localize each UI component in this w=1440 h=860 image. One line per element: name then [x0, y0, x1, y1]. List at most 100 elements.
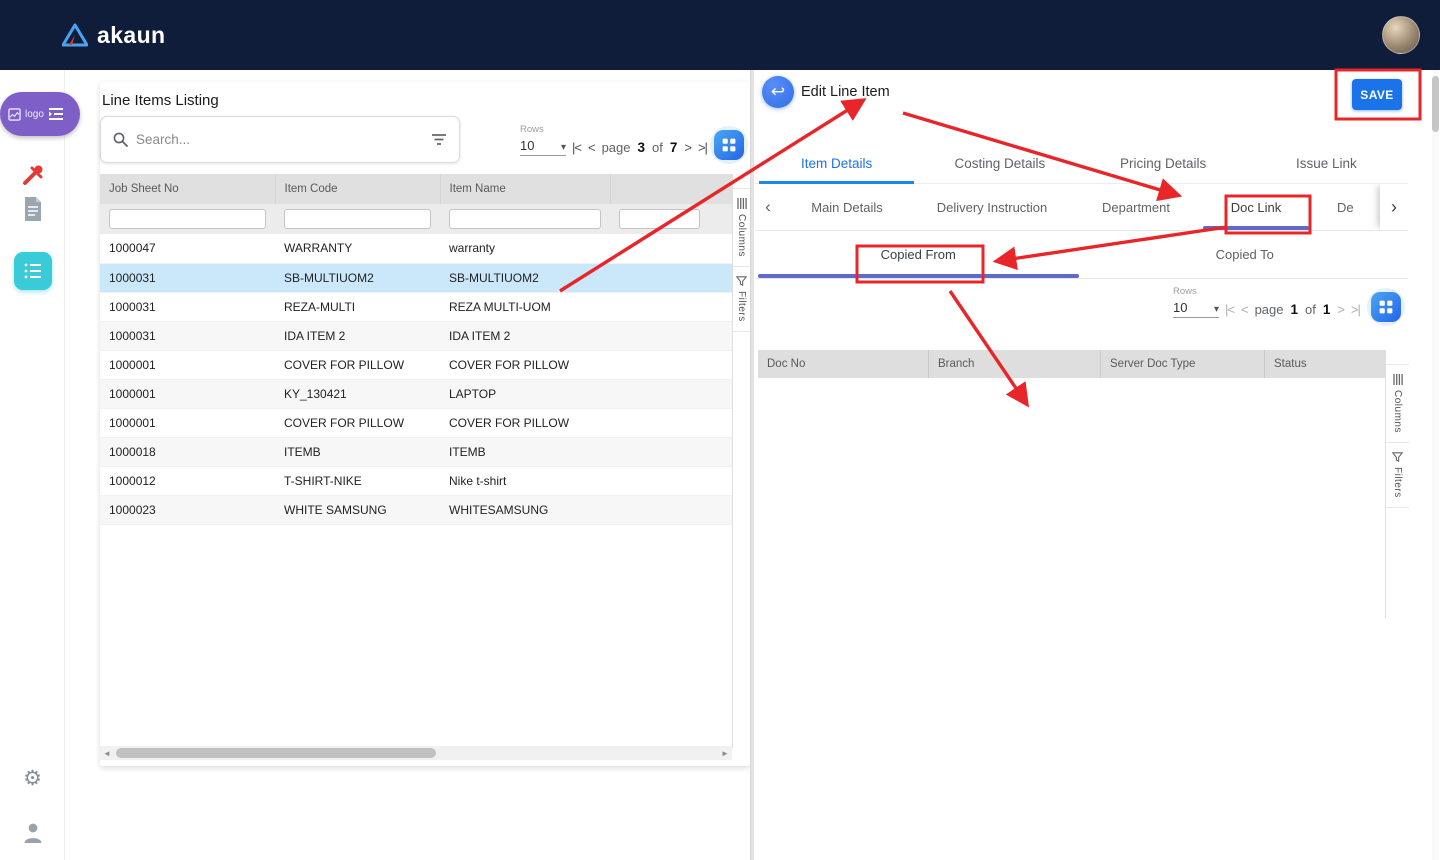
grid-icon — [714, 130, 744, 160]
current-page-number: 3 — [637, 140, 645, 155]
table-row[interactable]: 1000001KY_130421LAPTOP — [100, 379, 732, 408]
tab-issue-link[interactable]: Issue Link — [1245, 144, 1408, 183]
filters-toggle[interactable]: Filters — [733, 267, 750, 332]
prev-page-button[interactable]: < — [1241, 302, 1248, 317]
subtabs-scroll-right-icon[interactable]: › — [1380, 184, 1408, 230]
columns-toggle[interactable]: Columns — [733, 188, 750, 267]
subtab-department[interactable]: Department — [1071, 184, 1201, 230]
column-header[interactable] — [610, 174, 732, 204]
brand-name: akaun — [97, 22, 165, 49]
table-cell — [610, 234, 732, 263]
scroll-right-arrow-icon[interactable]: ► — [718, 749, 732, 758]
tools-icon[interactable] — [0, 162, 65, 188]
next-page-button[interactable]: > — [684, 140, 691, 155]
grid-icon — [1371, 292, 1401, 322]
table-cell: COVER FOR PILLOW — [440, 350, 610, 379]
tab-copied-to[interactable]: Copied To — [1082, 231, 1409, 278]
table-cell: LAPTOP — [440, 379, 610, 408]
horizontal-scrollbar[interactable]: ◄ ► — [100, 746, 732, 760]
table-row[interactable]: 1000012T-SHIRT-NIKENike t-shirt — [100, 466, 732, 495]
panel-splitter[interactable] — [750, 70, 754, 860]
table-cell: COVER FOR PILLOW — [440, 408, 610, 437]
page-scrollbar[interactable] — [1432, 70, 1439, 860]
table-row[interactable]: 1000047WARRANTYwarranty — [100, 234, 732, 263]
prev-page-button[interactable]: < — [588, 140, 595, 155]
table-row[interactable]: 1000031SB-MULTIUOM2SB-MULTIUOM2 — [100, 263, 732, 292]
table-cell: warranty — [440, 234, 610, 263]
search-box[interactable] — [100, 116, 460, 163]
column-header[interactable]: Server Doc Type — [1100, 350, 1264, 378]
last-page-button[interactable]: >| — [1351, 302, 1360, 317]
columns-icon — [1393, 374, 1403, 385]
back-button[interactable]: ↩ — [762, 76, 794, 108]
scroll-left-arrow-icon[interactable]: ◄ — [100, 749, 114, 758]
profile-icon[interactable] — [0, 822, 65, 844]
table-row[interactable]: 1000031IDA ITEM 2IDA ITEM 2 — [100, 321, 732, 350]
filter-input-item-name[interactable] — [449, 209, 601, 229]
line-items-module-button[interactable] — [14, 252, 52, 290]
table-cell: 1000018 — [100, 437, 275, 466]
table-side-tools: Columns Filters — [732, 174, 750, 748]
filter-input-extra[interactable] — [619, 209, 700, 229]
table-header-row: Job Sheet No Item Code Item Name — [100, 174, 732, 204]
filter-input-item-code[interactable] — [284, 209, 431, 229]
subtabs-scroll-left-icon[interactable]: ‹ — [755, 184, 781, 230]
table-cell: 1000031 — [100, 321, 275, 350]
grid-view-button[interactable] — [710, 126, 748, 164]
table-cell: WHITE SAMSUNG — [275, 495, 440, 524]
line-items-tbody: 1000047WARRANTYwarranty1000031SB-MULTIUO… — [100, 234, 732, 524]
table-cell: COVER FOR PILLOW — [275, 350, 440, 379]
column-header[interactable]: Doc No — [758, 350, 928, 378]
edit-panel-title: Edit Line Item — [801, 84, 890, 100]
settings-gear-icon[interactable]: ⚙ — [0, 766, 65, 791]
subtab-doc-link[interactable]: Doc Link — [1201, 184, 1311, 230]
subtab-delivery-instruction[interactable]: Delivery Instruction — [913, 184, 1071, 230]
table-cell: COVER FOR PILLOW — [275, 408, 440, 437]
search-input[interactable] — [136, 132, 423, 147]
grid-view-button[interactable] — [1367, 288, 1405, 326]
scrollbar-thumb[interactable] — [116, 748, 436, 758]
brand-triangle-icon — [62, 23, 88, 47]
first-page-button[interactable]: |< — [572, 140, 581, 155]
column-header[interactable]: Job Sheet No — [100, 174, 275, 204]
subtab-main-details[interactable]: Main Details — [781, 184, 913, 230]
table-cell — [610, 466, 732, 495]
table-cell: ITEMB — [275, 437, 440, 466]
next-page-button[interactable]: > — [1337, 302, 1344, 317]
tab-costing-details[interactable]: Costing Details — [918, 144, 1081, 183]
column-header[interactable]: Item Name — [440, 174, 610, 204]
column-header[interactable]: Status — [1264, 350, 1385, 378]
tab-copied-from[interactable]: Copied From — [755, 231, 1082, 278]
table-cell: ITEMB — [440, 437, 610, 466]
last-page-button[interactable]: >| — [698, 140, 707, 155]
page-label: page — [1255, 302, 1284, 317]
document-icon[interactable] — [0, 196, 65, 222]
column-header[interactable]: Branch — [928, 350, 1100, 378]
columns-toggle[interactable]: Columns — [1386, 364, 1409, 443]
top-navbar: akaun — [0, 0, 1440, 70]
line-items-panel: Line Items Listing Rows 10 ▾ |< < page — [100, 82, 750, 766]
table-row[interactable]: 1000001COVER FOR PILLOWCOVER FOR PILLOW — [100, 350, 732, 379]
tab-pricing-details[interactable]: Pricing Details — [1082, 144, 1245, 183]
user-avatar[interactable] — [1382, 16, 1420, 54]
save-button[interactable]: SAVE — [1352, 79, 1402, 110]
filter-input-job-sheet-no[interactable] — [109, 209, 266, 229]
brand-logo[interactable]: akaun — [62, 22, 165, 49]
filter-sort-icon[interactable] — [431, 133, 447, 146]
table-row[interactable]: 1000018ITEMBITEMB — [100, 437, 732, 466]
rows-per-page-select[interactable]: Rows 10 ▾ — [1173, 286, 1219, 318]
first-page-button[interactable]: |< — [1225, 302, 1234, 317]
scrollbar-thumb[interactable] — [1432, 76, 1439, 132]
tab-item-details[interactable]: Item Details — [755, 144, 918, 183]
main-tabs: Item Details Costing Details Pricing Det… — [755, 144, 1408, 184]
filters-toggle[interactable]: Filters — [1386, 443, 1409, 508]
table-row[interactable]: 1000031REZA-MULTIREZA MULTI-UOM — [100, 292, 732, 321]
current-page-number: 1 — [1290, 302, 1298, 317]
rows-per-page-select[interactable]: Rows 10 ▾ — [520, 124, 566, 156]
workspace-pill[interactable]: logo — [0, 92, 80, 136]
column-header[interactable]: Item Code — [275, 174, 440, 204]
table-row[interactable]: 1000001COVER FOR PILLOWCOVER FOR PILLOW — [100, 408, 732, 437]
table-row[interactable]: 1000023WHITE SAMSUNGWHITESAMSUNG — [100, 495, 732, 524]
rows-per-page-value: 10 — [1173, 300, 1187, 315]
table-cell: 1000001 — [100, 379, 275, 408]
